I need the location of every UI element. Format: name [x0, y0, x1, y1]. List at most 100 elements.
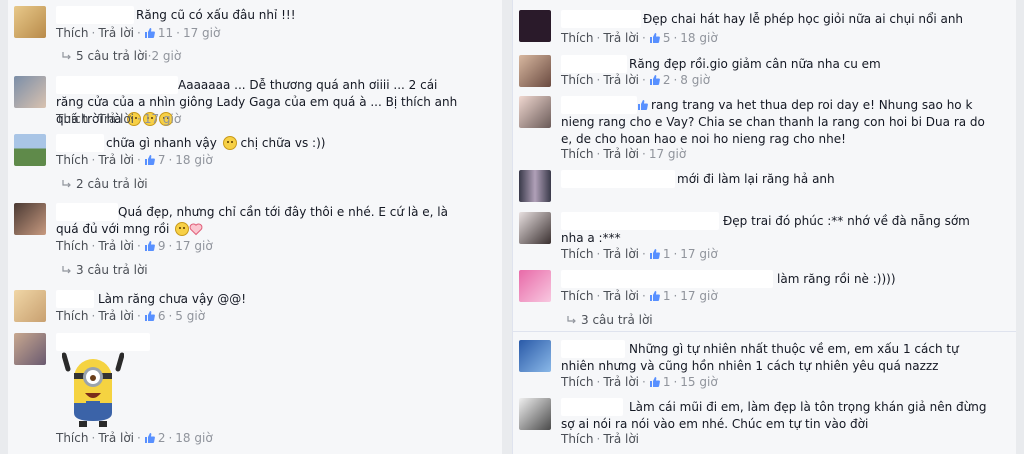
replies-count: 2 câu trả lời	[76, 177, 148, 191]
reply-link[interactable]: Trả lời	[98, 431, 134, 445]
like-link[interactable]: Thích	[56, 112, 88, 126]
like-link[interactable]: Thích	[561, 247, 593, 261]
like-link[interactable]: Thích	[561, 31, 593, 45]
comment-item: mới đi làm lại răng hả anh	[519, 170, 1010, 206]
avatar[interactable]	[14, 203, 46, 235]
minion-sticker[interactable]	[62, 351, 124, 429]
commenter-name[interactable]	[56, 134, 104, 152]
like-link[interactable]: Thích	[56, 239, 88, 253]
like-count: 1	[662, 375, 671, 389]
avatar[interactable]	[14, 6, 46, 38]
timestamp[interactable]: 18 giờ	[175, 431, 212, 445]
like-link[interactable]: Thích	[56, 431, 88, 445]
comment-text: chữa gì nhanh vậy chị chữa vs :))	[106, 135, 325, 152]
like-link[interactable]: Thích	[561, 289, 593, 303]
view-replies-link[interactable]: 3 câu trả lời	[62, 263, 148, 277]
avatar[interactable]	[519, 212, 551, 244]
comment-item: Đẹp trai đó phúc :** nhớ về đà nẵng sớm …	[519, 212, 1010, 264]
view-replies-link[interactable]: 5 câu trả lời·2 giờ	[62, 49, 181, 63]
like-count: 11	[157, 26, 174, 40]
thumbs-up-icon	[649, 75, 660, 85]
timestamp[interactable]: 17 giờ	[175, 239, 212, 253]
comment-actions: Thích · Trả lời · 17 giờ	[56, 112, 182, 126]
reply-link[interactable]: Trả lời	[603, 247, 639, 261]
view-replies-link[interactable]: 3 câu trả lời	[567, 313, 653, 327]
timestamp[interactable]: 15 giờ	[680, 375, 717, 389]
timestamp[interactable]: 5 giờ	[175, 309, 205, 323]
comment-item: làm răng rồi nè :)))) Thích · Trả lời · 1 · 17…	[519, 270, 1010, 332]
timestamp[interactable]: 18 giờ	[175, 153, 212, 167]
like-link[interactable]: Thích	[561, 375, 593, 389]
avatar[interactable]	[519, 340, 551, 372]
reply-link[interactable]: Trả lời	[98, 309, 134, 323]
avatar[interactable]	[14, 76, 46, 108]
avatar[interactable]	[519, 170, 551, 202]
like-link[interactable]: Thích	[56, 26, 88, 40]
thumbs-up-icon	[649, 33, 660, 43]
comment-text: Làm cái mũi đi em, làm đẹp là tôn trọng …	[561, 400, 987, 431]
comment-text: Răng cũ có xấu đâu nhỉ !!!	[136, 8, 296, 22]
comment-item: Đẹp chai hát hay lễ phép học giỏi nữa ai…	[519, 10, 1010, 48]
comment-actions: Thích · Trả lời · 2 · 18 giờ	[56, 431, 213, 445]
avatar[interactable]	[14, 333, 46, 365]
commenter-name[interactable]	[56, 333, 150, 351]
comment-actions: Thích · Trả lời · 6 · 5 giờ	[56, 309, 206, 323]
like-link[interactable]: Thích	[56, 153, 88, 167]
heart-icon	[189, 223, 203, 236]
like-link[interactable]: Thích	[56, 309, 88, 323]
timestamp[interactable]: 8 giờ	[680, 73, 710, 87]
reply-link[interactable]: Trả lời	[98, 112, 134, 126]
comment-text: Quá đẹp, nhưng chỉ cần tới đây thôi e nh…	[56, 204, 466, 238]
reply-link[interactable]: Trả lời	[603, 432, 639, 446]
reply-link[interactable]: Trả lời	[603, 147, 639, 161]
commenter-name[interactable]	[56, 290, 94, 308]
timestamp[interactable]: 17 giờ	[680, 289, 717, 303]
comments-column-right: Đẹp chai hát hay lễ phép học giỏi nữa ai…	[512, 0, 1016, 454]
avatar[interactable]	[14, 290, 46, 322]
reply-link[interactable]: Trả lời	[603, 73, 639, 87]
view-replies-link[interactable]: 2 câu trả lời	[62, 177, 148, 191]
like-count: 6	[157, 309, 166, 323]
commenter-name[interactable]	[561, 55, 627, 73]
commenter-name[interactable]	[561, 170, 675, 188]
commenter-name[interactable]	[56, 6, 134, 24]
comment-text: Đẹp chai hát hay lễ phép học giỏi nữa ai…	[643, 12, 964, 26]
like-link[interactable]: Thích	[561, 73, 593, 87]
timestamp[interactable]: 17 giờ	[183, 26, 220, 40]
comment-actions: Thích · Trả lời · 17 giờ	[561, 147, 687, 161]
timestamp[interactable]: 17 giờ	[144, 112, 181, 126]
comment-actions: Thích · Trả lời · 7 · 18 giờ	[56, 153, 213, 167]
comment-actions: Thích · Trả lời · 1 · 17 giờ	[561, 247, 718, 261]
reply-link[interactable]: Trả lời	[98, 153, 134, 167]
smile-emoji-icon	[175, 222, 190, 236]
reply-link[interactable]: Trả lời	[603, 289, 639, 303]
timestamp[interactable]: 17 giờ	[680, 247, 717, 261]
comment-text-content: chữa gì nhanh vậy	[106, 136, 217, 150]
avatar[interactable]	[519, 55, 551, 87]
commenter-name[interactable]	[561, 270, 773, 288]
surprised-emoji-icon	[222, 136, 237, 150]
comment-actions: Thích · Trả lời · 5 · 18 giờ	[561, 31, 718, 45]
comment-text: làm răng rồi nè :))))	[777, 272, 896, 286]
like-link[interactable]: Thích	[561, 147, 593, 161]
avatar[interactable]	[519, 96, 551, 128]
like-count: 7	[157, 153, 166, 167]
thumbs-up-icon	[649, 377, 660, 387]
like-count: 1	[662, 247, 671, 261]
comment-item: Răng đẹp rồi.gio giảm cân nữa nha cu em …	[519, 55, 1010, 93]
avatar[interactable]	[519, 270, 551, 302]
avatar[interactable]	[14, 134, 46, 166]
reply-link[interactable]: Trả lời	[603, 31, 639, 45]
comment-item: Aaaaaaa ... Dễ thương quá anh ơiiii ... …	[14, 76, 496, 128]
avatar[interactable]	[519, 398, 551, 430]
reply-link[interactable]: Trả lời	[603, 375, 639, 389]
comment-actions: Thích · Trả lời · 9 · 17 giờ	[56, 239, 213, 253]
reply-link[interactable]: Trả lời	[98, 239, 134, 253]
like-link[interactable]: Thích	[561, 432, 593, 446]
reply-link[interactable]: Trả lời	[98, 26, 134, 40]
thumbs-up-icon	[638, 100, 648, 110]
timestamp[interactable]: 18 giờ	[680, 31, 717, 45]
commenter-name[interactable]	[561, 10, 641, 28]
timestamp[interactable]: 17 giờ	[649, 147, 686, 161]
avatar[interactable]	[519, 10, 551, 42]
